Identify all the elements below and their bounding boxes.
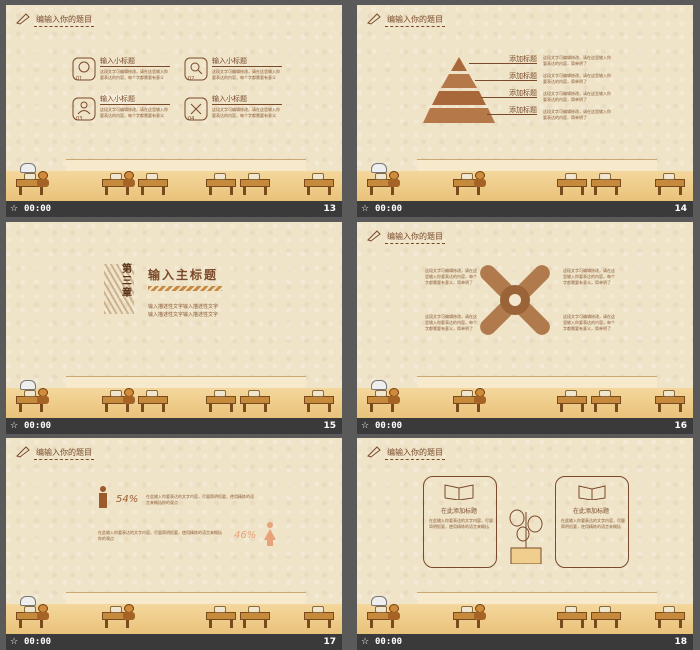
pencil-icon (16, 13, 30, 25)
body-text: 这段文字可编辑修改，请在这里输入你要表达的内容，每个字都需要有意义，简单明了 (425, 314, 477, 331)
female-percentage: 46% (234, 530, 257, 541)
female-icon (264, 522, 276, 546)
pyramid-label: 添加标题 (509, 89, 537, 97)
body-text: 这段文字可编辑修改，请在这里输入你要表达的内容，简单明了 (543, 109, 611, 120)
body-text: 这段文字可编辑修改，请在这里输入你要表达的内容，每个字都需要有意义，简单明了 (425, 268, 477, 285)
item-text: 这段文字可编辑修改，请在这里输入你要表达的内容，每个字都需要有意义 (100, 107, 168, 118)
item-number: 03 (76, 116, 83, 122)
body-text: 这段文字可编辑修改，请在这里输入你要表达的内容，简单明了 (543, 91, 611, 102)
slide-number: 18 (674, 637, 687, 647)
classroom-illustration (6, 580, 342, 634)
card-text: 在此输入你要表达的文字内容，尽量简明扼要，使用精炼的语言来概括 (429, 518, 493, 529)
subtitle-line: 输入描述性文字输入描述性文字 (148, 312, 219, 318)
pyramid-label: 添加标题 (509, 106, 537, 114)
item-number: 04 (188, 116, 195, 122)
plant-pot-icon (509, 509, 543, 564)
slide-thumbnail-16[interactable]: 编输入你的题目 这段文字可编辑修改，请在这里输入你要表达的内容，每个字都需要有意… (357, 222, 693, 434)
transition-star-icon[interactable]: ☆ (10, 204, 18, 214)
pencil-icon (367, 13, 381, 25)
slide-number: 14 (674, 204, 687, 214)
body-text: 在此输入你要表达的文字内容，尽量简明扼要，使用精炼的语言来概括你的观点 (98, 530, 222, 541)
transition-star-icon[interactable]: ☆ (10, 637, 18, 647)
pencil-icon (367, 230, 381, 242)
slide-timer: 00:00 (24, 421, 52, 431)
card-text: 在此输入你要表达的文字内容，尽量简明扼要，使用精炼的语言来概括 (561, 518, 625, 529)
slide-status-bar: ☆ 00:00 16 (357, 418, 693, 434)
slide-number: 16 (674, 421, 687, 431)
slide-canvas: 第三章 输入主标题 输入描述性文字输入描述性文字 输入描述性文字输入描述性文字 (6, 222, 342, 418)
slide-canvas: 编输入你的题目 在此添加标题 在此输入你要表达的文字内容，尽量简明扼要，使用精炼… (357, 438, 693, 634)
header-title: 编输入你的题目 (387, 232, 443, 241)
slide-number: 13 (323, 204, 336, 214)
classroom-illustration (357, 580, 693, 634)
slide-thumbnail-17[interactable]: 编输入你的题目 54% 在此输入你要表达的文字内容，尽量简明扼要，使用精炼的语言… (6, 438, 342, 650)
item-number: 01 (76, 76, 83, 82)
slide-canvas: 编输入你的题目 添加标题 添加标题 添加标题 添加标题 这段文字可编辑修改，请在… (357, 5, 693, 201)
body-text: 这段文字可编辑修改，请在这里输入你要表达的内容，每个字都需要有意义，简单明了 (563, 268, 615, 285)
slide-status-bar: ☆ 00:00 13 (6, 201, 342, 217)
transition-star-icon[interactable]: ☆ (361, 204, 369, 214)
slide-timer: 00:00 (24, 637, 52, 647)
male-percentage: 54% (116, 494, 139, 505)
item-title: 输入小标题 (212, 57, 247, 65)
header-title: 编输入你的题目 (387, 15, 443, 24)
pyramid-label: 添加标题 (509, 55, 537, 63)
classroom-illustration (357, 147, 693, 201)
slide-status-bar: ☆ 00:00 18 (357, 634, 693, 650)
main-title: 输入主标题 (148, 268, 219, 282)
header-title: 编输入你的题目 (36, 15, 92, 24)
book-icon (578, 485, 606, 500)
body-text: 在此输入你要表达的文字内容，尽量简明扼要，使用精炼的语言来概括你的观点 (146, 494, 254, 505)
slide-status-bar: ☆ 00:00 15 (6, 418, 342, 434)
slide-canvas: 编输入你的题目 54% 在此输入你要表达的文字内容，尽量简明扼要，使用精炼的语言… (6, 438, 342, 634)
pencil-icon (16, 446, 30, 458)
slide-timer: 00:00 (24, 204, 52, 214)
item-text: 这段文字可编辑修改，请在这里输入你要表达的内容，每个字都需要有意义 (212, 69, 280, 80)
item-title: 输入小标题 (212, 95, 247, 103)
item-text: 这段文字可编辑修改，请在这里输入你要表达的内容，每个字都需要有意义 (212, 107, 280, 118)
pyramid-graphic (423, 57, 495, 123)
card-title: 在此添加标题 (573, 508, 610, 515)
body-text: 这段文字可编辑修改，请在这里输入你要表达的内容，每个字都需要有意义，简单明了 (563, 314, 615, 331)
classroom-illustration (6, 364, 342, 418)
open-book-icon (444, 484, 474, 500)
slide-timer: 00:00 (375, 204, 403, 214)
item-title: 输入小标题 (100, 94, 135, 104)
item-number: 02 (188, 76, 195, 82)
classroom-illustration (357, 364, 693, 418)
slide-status-bar: ☆ 00:00 14 (357, 201, 693, 217)
slide-canvas: 编输入你的题目 这段文字可编辑修改，请在这里输入你要表达的内容，每个字都需要有意… (357, 222, 693, 418)
slide-thumbnail-13[interactable]: 编输入你的题目 01 输入小标题 这段文字可编辑修改，请在这里输入你要表达的内容… (6, 5, 342, 217)
header-title: 编输入你的题目 (387, 448, 443, 457)
card-title: 在此添加标题 (441, 508, 478, 515)
body-text: 这段文字可编辑修改，请在这里输入你要表达的内容，简单明了 (543, 73, 611, 84)
slide-canvas: 编输入你的题目 01 输入小标题 这段文字可编辑修改，请在这里输入你要表达的内容… (6, 5, 342, 201)
chapter-label: 第三章 (122, 264, 132, 299)
slide-timer: 00:00 (375, 421, 403, 431)
slide-timer: 00:00 (375, 637, 403, 647)
slide-status-bar: ☆ 00:00 17 (6, 634, 342, 650)
slide-sorter-grid: 编输入你的题目 01 输入小标题 这段文字可编辑修改，请在这里输入你要表达的内容… (0, 0, 700, 650)
body-text: 这段文字可编辑修改，请在这里输入你要表达的内容，简单明了 (543, 55, 611, 66)
subtitle-line: 输入描述性文字输入描述性文字 (148, 304, 219, 310)
item-text: 这段文字可编辑修改，请在这里输入你要表达的内容，每个字都需要有意义 (100, 69, 168, 80)
transition-star-icon[interactable]: ☆ (361, 637, 369, 647)
male-icon (99, 486, 107, 508)
slide-thumbnail-15[interactable]: 第三章 输入主标题 输入描述性文字输入描述性文字 输入描述性文字输入描述性文字 … (6, 222, 342, 434)
slide-thumbnail-14[interactable]: 编输入你的题目 添加标题 添加标题 添加标题 添加标题 这段文字可编辑修改，请在… (357, 5, 693, 217)
slide-number: 17 (323, 637, 336, 647)
slide-number: 15 (323, 421, 336, 431)
transition-star-icon[interactable]: ☆ (361, 421, 369, 431)
pencil-icon (367, 446, 381, 458)
header-title: 编输入你的题目 (36, 448, 92, 457)
classroom-illustration (6, 147, 342, 201)
transition-star-icon[interactable]: ☆ (10, 421, 18, 431)
pyramid-label: 添加标题 (509, 72, 537, 80)
item-title: 输入小标题 (100, 57, 135, 65)
x-diagram-graphic (480, 265, 550, 335)
slide-thumbnail-18[interactable]: 编输入你的题目 在此添加标题 在此输入你要表达的文字内容，尽量简明扼要，使用精炼… (357, 438, 693, 650)
